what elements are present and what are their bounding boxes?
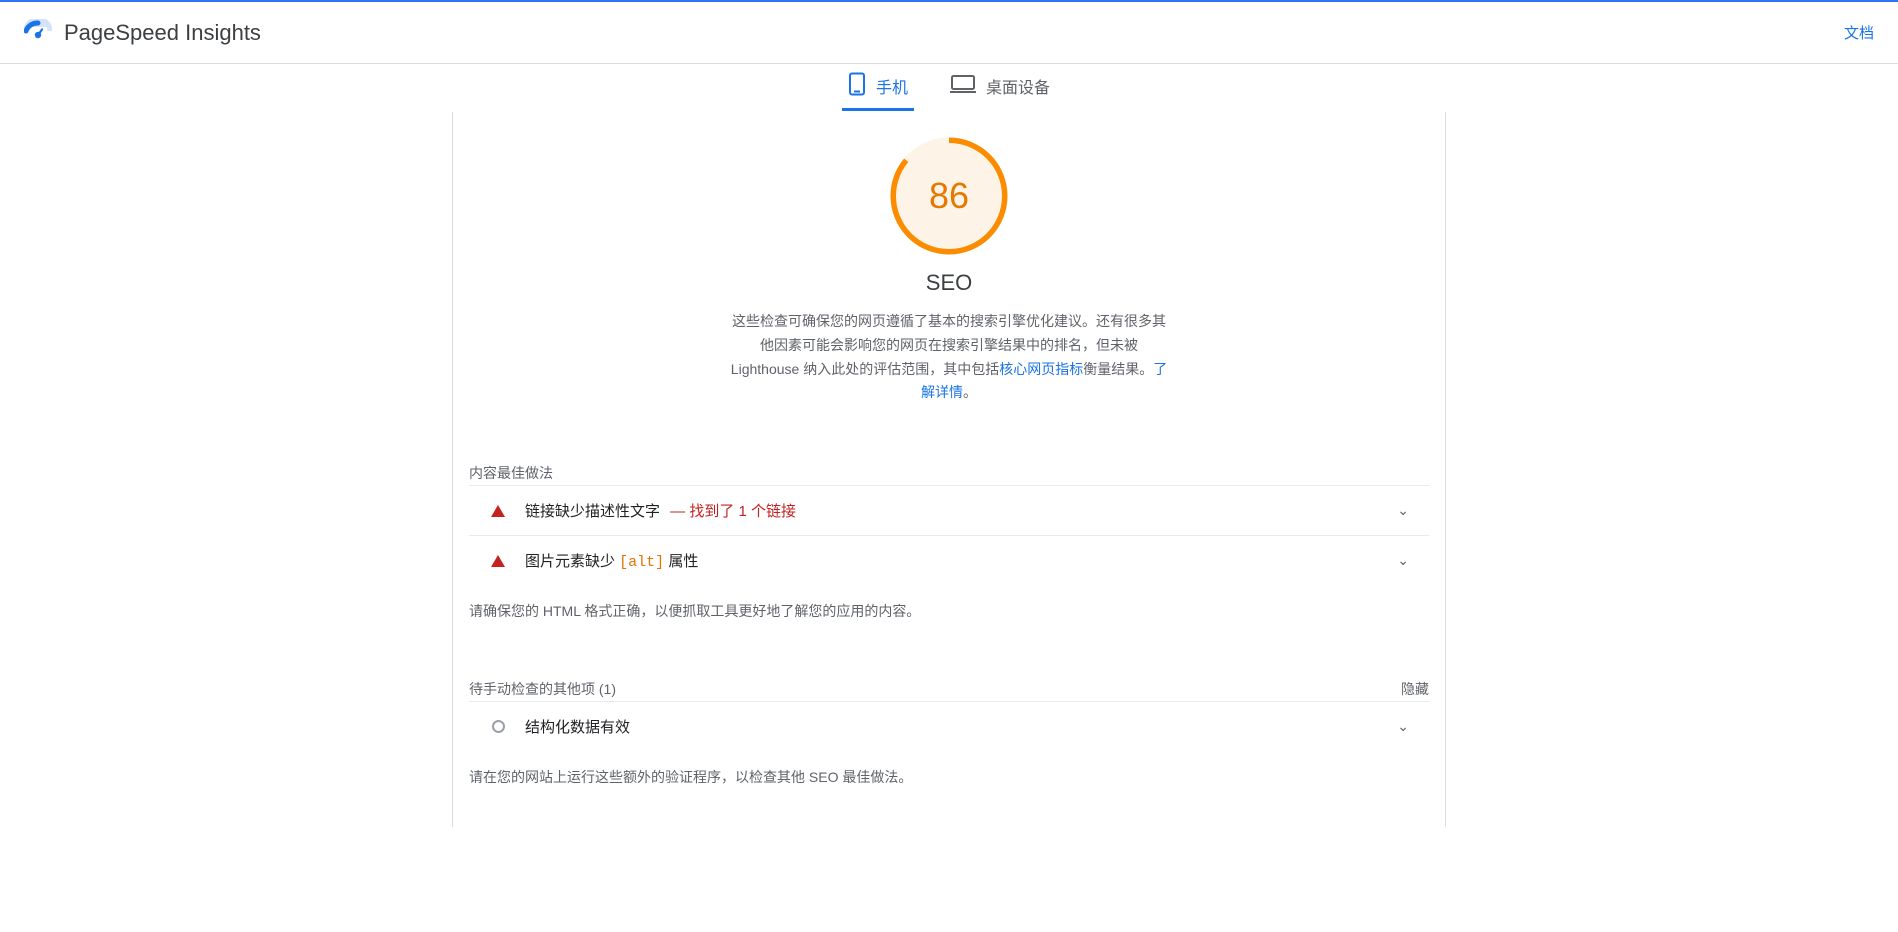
audit-structured-data[interactable]: 结构化数据有效 ⌄ [469,701,1429,751]
logo-wrap[interactable]: PageSpeed Insights [24,19,261,47]
tab-mobile[interactable]: 手机 [842,64,914,111]
link-core-web-vitals[interactable]: 核心网页指标 [999,361,1083,377]
section-title-content: 内容最佳做法 [469,463,1429,483]
main-content: 86 SEO 这些检查可确保您的网页遵循了基本的搜索引擎优化建议。还有很多其他因… [452,112,1446,827]
audit-link-text-label: 链接缺少描述性文字 [525,503,660,520]
section-content-best-practices: 内容最佳做法 链接缺少描述性文字 — 找到了 1 个链接 ⌄ 图片元素缺少 [a… [469,463,1429,621]
desc-period: 。 [963,384,977,400]
manual-hint: 请在您的网站上运行这些额外的验证程序，以检查其他 SEO 最佳做法。 [469,767,1429,787]
tab-desktop[interactable]: 桌面设备 [944,64,1056,111]
content-hint: 请确保您的 HTML 格式正确，以便抓取工具更好地了解您的应用的内容。 [469,601,1429,621]
audit-structured-data-label: 结构化数据有效 [525,719,630,736]
tab-desktop-label: 桌面设备 [986,74,1050,98]
gauge-wrap: 86 [453,112,1445,256]
audit-link-text[interactable]: 链接缺少描述性文字 — 找到了 1 个链接 ⌄ [469,485,1429,535]
top-bar: PageSpeed Insights 文档 [0,0,1898,64]
section-manual-checks: 待手动检查的其他项 (1) 隐藏 结构化数据有效 ⌄ 请在您的网站上运行这些额外… [469,679,1429,787]
desc-text-2: 衡量结果。 [1083,361,1153,377]
category-description: 这些检查可确保您的网页遵循了基本的搜索引擎优化建议。还有很多其他因素可能会影响您… [729,310,1169,405]
device-tabs: 手机 桌面设备 [0,64,1898,112]
audit-image-alt-code: [alt] [619,554,664,571]
chevron-down-icon: ⌄ [1397,718,1409,735]
chevron-down-icon: ⌄ [1397,552,1409,569]
app-title: PageSpeed Insights [64,20,261,46]
fail-triangle-icon [489,555,507,567]
pagespeed-logo-icon [24,19,52,47]
section-title-manual: 待手动检查的其他项 (1) [469,679,1401,699]
desktop-icon [950,74,976,99]
audit-image-alt-after: 属性 [664,553,698,570]
manual-circle-icon [489,720,507,733]
score-gauge: 86 [889,136,1009,256]
fail-triangle-icon [489,505,507,517]
audit-image-alt-before: 图片元素缺少 [525,553,619,570]
audit-image-alt[interactable]: 图片元素缺少 [alt] 属性 ⌄ [469,535,1429,585]
gauge-score: 86 [929,175,969,217]
section-toggle-hide[interactable]: 隐藏 [1401,679,1429,699]
docs-link[interactable]: 文档 [1844,22,1874,43]
tab-mobile-label: 手机 [876,74,908,98]
mobile-icon [848,72,866,101]
category-name: SEO [453,270,1445,296]
audit-link-text-extra: — 找到了 1 个链接 [666,503,796,520]
chevron-down-icon: ⌄ [1397,502,1409,519]
